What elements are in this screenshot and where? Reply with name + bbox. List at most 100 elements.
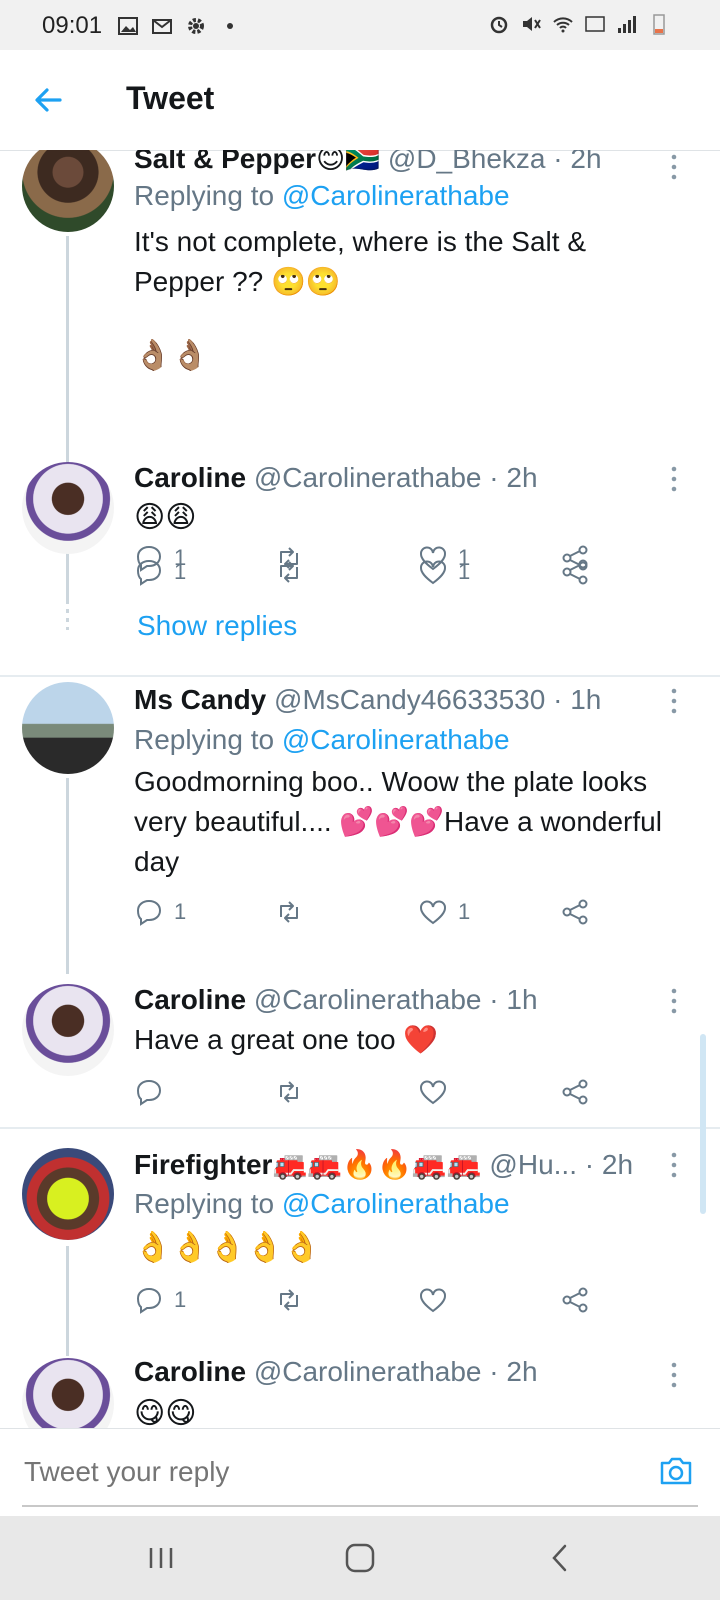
tweet-text: 👌👌👌👌👌 <box>134 1231 321 1264</box>
battery-icon <box>653 14 665 35</box>
tweet-actions: 1 1 <box>134 554 634 590</box>
author-name[interactable]: Caroline <box>134 462 246 493</box>
like-button[interactable]: 1 <box>418 894 470 930</box>
camera-icon[interactable] <box>656 1451 696 1491</box>
tweet-time: 2h <box>570 150 602 174</box>
replying-to: Replying to @Carolinerathabe <box>134 724 510 756</box>
like-button[interactable] <box>418 1282 458 1318</box>
reply-icon <box>136 1079 162 1106</box>
app-header: Tweet <box>0 50 720 151</box>
tweet-time: 1h <box>506 984 538 1015</box>
retweet-button[interactable] <box>274 1282 304 1318</box>
scrollbar[interactable] <box>700 1034 706 1214</box>
like-button[interactable] <box>418 1074 458 1110</box>
reply-button[interactable]: 1 <box>134 1282 186 1318</box>
tweet-text: 😋😋 <box>134 1397 197 1428</box>
tweet-header: Caroline @Carolinerathabe · 2h <box>134 462 538 493</box>
tweet-actions: 1 1 <box>134 894 634 930</box>
thread-line <box>66 778 69 974</box>
author-handle[interactable]: @Carolinerathabe <box>254 984 482 1015</box>
like-button[interactable]: 1 <box>418 554 470 590</box>
share-icon <box>562 1287 588 1313</box>
reply-composer <box>0 1428 720 1517</box>
more-options-icon[interactable] <box>668 1360 680 1390</box>
more-options-icon[interactable] <box>668 464 680 494</box>
avatar[interactable] <box>22 1358 114 1428</box>
tweet[interactable]: Ms Candy @MsCandy46633530 · 1h Replying … <box>0 682 720 974</box>
alarm-icon <box>490 16 508 34</box>
reply-button[interactable]: 1 <box>134 554 186 590</box>
tweet[interactable]: Firefighter🚒🚒🔥🔥🚒🚒 @Hu... · 2h Replying t… <box>0 1146 720 1356</box>
heart-icon <box>420 900 446 925</box>
avatar[interactable] <box>22 1148 114 1240</box>
reply-button[interactable]: 1 <box>134 894 186 930</box>
tweet-header: Caroline @Carolinerathabe · 2h <box>134 1356 538 1387</box>
home-icon[interactable] <box>338 1536 382 1580</box>
share-button[interactable] <box>560 1282 590 1318</box>
more-options-icon[interactable] <box>668 686 680 716</box>
replying-to: Replying to @Carolinerathabe <box>134 1188 510 1220</box>
author-handle[interactable]: @Hu... <box>489 1149 577 1180</box>
author-name[interactable]: Ms Candy <box>134 684 266 715</box>
author-name[interactable]: Caroline <box>134 984 246 1015</box>
like-count: 1 <box>458 899 471 924</box>
input-underline <box>22 1505 698 1507</box>
tweet-header: Firefighter🚒🚒🔥🔥🚒🚒 @Hu... · 2h <box>134 1149 634 1180</box>
tweet-time: 1h <box>570 684 602 715</box>
reply-icon <box>136 559 162 586</box>
tweet-emoji-line: 👌🏽👌🏽 <box>134 339 209 372</box>
system-icons <box>488 13 670 35</box>
settings-gear-icon <box>188 18 204 34</box>
retweet-button[interactable] <box>274 894 304 930</box>
retweet-button[interactable] <box>274 1074 304 1110</box>
signal-icon <box>618 16 636 33</box>
author-handle[interactable]: @Carolinerathabe <box>254 462 482 493</box>
show-replies-link[interactable]: Show replies <box>137 610 297 642</box>
retweet-icon <box>280 561 298 583</box>
tweet-time: 2h <box>601 1149 634 1180</box>
back-icon[interactable] <box>538 1536 582 1580</box>
gmail-icon <box>152 19 172 34</box>
tweet[interactable]: Caroline @Carolinerathabe · 2h 😩😩 1 1 Sh… <box>0 460 720 660</box>
more-options-icon[interactable] <box>668 152 680 182</box>
more-options-icon[interactable] <box>668 986 680 1016</box>
reply-count: 1 <box>174 559 187 584</box>
avatar[interactable] <box>22 984 114 1076</box>
replying-handle-link[interactable]: @Carolinerathabe <box>282 180 510 211</box>
replying-handle-link[interactable]: @Carolinerathabe <box>282 1188 510 1219</box>
more-options-icon[interactable] <box>668 1150 680 1180</box>
author-handle[interactable]: @D_Bhekza <box>388 150 546 174</box>
author-handle[interactable]: @Carolinerathabe <box>254 1356 482 1387</box>
share-button[interactable] <box>560 1074 590 1110</box>
author-handle[interactable]: @MsCandy46633530 <box>274 684 545 715</box>
reply-button[interactable] <box>134 1074 174 1110</box>
replying-handle-link[interactable]: @Carolinerathabe <box>282 724 510 755</box>
recent-apps-icon[interactable] <box>139 1536 183 1580</box>
share-button[interactable] <box>560 894 590 930</box>
tweet[interactable]: Caroline @Carolinerathabe · 2h 😋😋 <box>0 1356 720 1428</box>
tweet-header: Caroline @Carolinerathabe · 1h <box>134 984 538 1015</box>
reply-count: 1 <box>174 899 187 924</box>
heart-icon <box>420 560 446 585</box>
share-button[interactable] <box>560 554 590 590</box>
status-time: 09:01 <box>42 12 103 39</box>
back-arrow-icon[interactable] <box>30 82 66 118</box>
author-name[interactable]: Salt & Pepper😊🇿🇦 <box>134 150 380 174</box>
system-nav-bar <box>0 1516 720 1600</box>
tweet-text: Have a great one too ❤️ <box>134 1024 439 1055</box>
replying-label: Replying to <box>134 180 275 211</box>
retweet-icon <box>280 1289 298 1311</box>
tweet[interactable]: Caroline @Carolinerathabe · 1h Have a gr… <box>0 982 720 1112</box>
reply-feed[interactable]: Salt & Pepper😊🇿🇦 @D_Bhekza · 2h Replying… <box>0 150 720 1428</box>
volte-icon <box>585 16 605 32</box>
avatar[interactable] <box>22 150 114 232</box>
like-count: 1 <box>458 559 471 584</box>
author-name[interactable]: Firefighter🚒🚒🔥🔥🚒🚒 <box>134 1149 482 1180</box>
tweet-header: Ms Candy @MsCandy46633530 · 1h <box>134 684 602 715</box>
page-title: Tweet <box>126 80 215 116</box>
retweet-button[interactable] <box>274 554 304 590</box>
tweet-reply-input[interactable] <box>22 1449 586 1495</box>
avatar[interactable] <box>22 462 114 554</box>
avatar[interactable] <box>22 682 114 774</box>
author-name[interactable]: Caroline <box>134 1356 246 1387</box>
